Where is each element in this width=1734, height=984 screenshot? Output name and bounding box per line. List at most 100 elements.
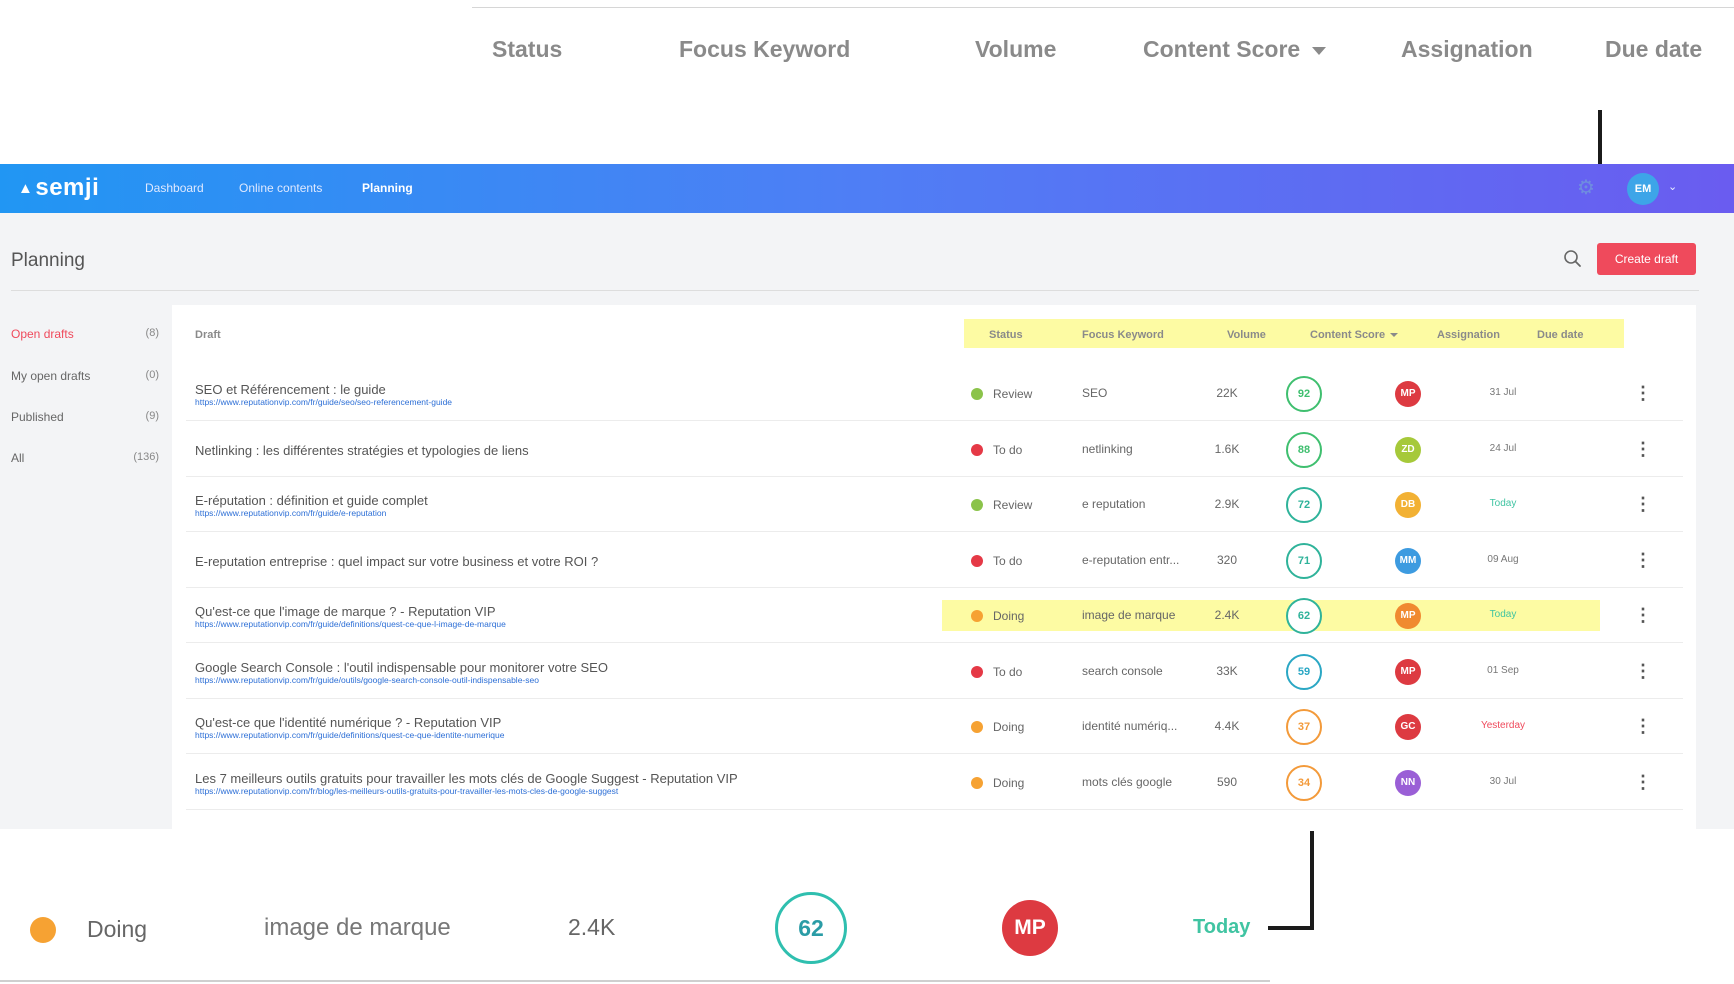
assignee-avatar[interactable]: DB [1395,492,1421,518]
content-score-badge: 71 [1286,542,1322,579]
header-highlight [964,319,1624,348]
chevron-down-icon[interactable]: ⌄ [1668,180,1677,193]
status-label[interactable]: To do [993,665,1022,679]
more-options-icon[interactable]: ⋮ [1634,382,1652,404]
column-header-draft: Draft [195,329,221,341]
create-draft-button[interactable]: Create draft [1597,243,1696,275]
assignee-avatar[interactable]: MP [1395,658,1421,685]
status-dot [971,499,983,511]
due-date[interactable]: 24 Jul [1473,443,1533,454]
sidebar-item-count: (136) [133,451,159,463]
volume-value: 320 [1216,552,1238,567]
status-label[interactable]: To do [993,554,1022,568]
table-row[interactable]: Google Search Console : l'outil indispen… [186,644,1683,699]
column-header-content-score[interactable]: Content Score [1310,329,1399,341]
semji-logo[interactable]: ▲semji [18,174,99,202]
content-score-badge: 92 [1286,376,1322,412]
draft-title[interactable]: Netlinking : les différentes stratégies … [195,443,529,458]
zoom-volume: 2.4K [568,914,616,940]
user-avatar[interactable]: EM [1627,173,1659,205]
search-icon[interactable] [1562,248,1584,270]
table-row[interactable]: Netlinking : les différentes stratégies … [186,422,1683,477]
drafts-table: Draft Status Focus Keyword Volume Conten… [172,305,1696,829]
volume-value: 2.4K [1214,608,1240,622]
draft-url-link[interactable]: https://www.reputationvip.com/fr/guide/d… [195,619,506,629]
app-window: ▲semji Dashboard Online contents Plannin… [0,164,1734,829]
draft-title[interactable]: Qu'est-ce que l'image de marque ? - Repu… [195,604,496,619]
due-date[interactable]: 09 Aug [1473,554,1533,565]
table-row[interactable]: Les 7 meilleurs outils gratuits pour tra… [186,755,1683,810]
assignee-avatar[interactable]: MM [1395,547,1421,574]
due-date[interactable]: 01 Sep [1473,665,1533,676]
sidebar-item-published[interactable]: Published (9) [11,410,159,424]
draft-url-link[interactable]: https://www.reputationvip.com/fr/guide/o… [195,675,539,685]
due-date[interactable]: Today [1473,609,1533,620]
content-score-badge: 72 [1286,487,1322,523]
status-label[interactable]: Doing [993,776,1024,790]
draft-url-link[interactable]: https://www.reputationvip.com/fr/guide/e… [195,508,386,518]
draft-title[interactable]: Google Search Console : l'outil indispen… [195,660,608,675]
assignee-avatar[interactable]: NN [1395,769,1421,796]
table-row[interactable]: E-reputation entreprise : quel impact su… [186,533,1683,588]
draft-title[interactable]: E-reputation entreprise : quel impact su… [195,554,598,569]
callout-pointer [1268,926,1314,930]
more-options-icon[interactable]: ⋮ [1634,771,1652,793]
column-header-focus-keyword[interactable]: Focus Keyword [1082,329,1164,341]
column-header-due-date[interactable]: Due date [1537,329,1583,341]
table-row[interactable]: Qu'est-ce que l'identité numérique ? - R… [186,699,1683,754]
zoom-assignee-avatar: MP [1002,900,1058,956]
caret-down-icon [1390,333,1399,338]
draft-url-link[interactable]: https://www.reputationvip.com/fr/guide/s… [195,397,452,407]
sidebar-item-all[interactable]: All (136) [11,451,159,465]
more-options-icon[interactable]: ⋮ [1634,604,1652,626]
volume-value: 2.9K [1214,497,1240,511]
nav-online-contents[interactable]: Online contents [239,181,322,195]
caret-down-icon [1312,46,1327,55]
more-options-icon[interactable]: ⋮ [1634,660,1652,682]
volume-value: 4.4K [1214,719,1240,733]
nav-planning[interactable]: Planning [362,181,413,195]
top-navbar: ▲semji Dashboard Online contents Plannin… [0,164,1734,213]
assignee-avatar[interactable]: GC [1395,714,1421,740]
sidebar-item-label: Published [11,410,64,424]
content-score-badge: 37 [1286,709,1322,745]
column-header-volume[interactable]: Volume [1227,329,1266,341]
volume-value: 22K [1216,386,1238,400]
table-row[interactable]: E-réputation : définition et guide compl… [186,477,1683,532]
status-label[interactable]: Review [993,387,1032,401]
more-options-icon[interactable]: ⋮ [1634,493,1652,515]
status-label[interactable]: Doing [993,720,1024,734]
due-date[interactable]: Today [1473,498,1533,509]
sidebar-item-my-open-drafts[interactable]: My open drafts (0) [11,369,159,383]
divider [11,290,1699,291]
draft-title[interactable]: Les 7 meilleurs outils gratuits pour tra… [195,771,738,786]
zoom-due-date: Today [1193,916,1251,938]
status-label[interactable]: To do [993,443,1022,457]
table-row[interactable]: Qu'est-ce que l'image de marque ? - Repu… [186,588,1683,643]
more-options-icon[interactable]: ⋮ [1634,715,1652,737]
status-label[interactable]: Review [993,498,1032,512]
due-date[interactable]: Yesterday [1473,720,1533,731]
draft-url-link[interactable]: https://www.reputationvip.com/fr/blog/le… [195,786,618,796]
sidebar-item-open-drafts[interactable]: Open drafts (8) [11,327,159,341]
settings-gear-icon[interactable]: ⚙ [1576,178,1596,198]
draft-title[interactable]: Qu'est-ce que l'identité numérique ? - R… [195,715,501,730]
draft-url-link[interactable]: https://www.reputationvip.com/fr/guide/d… [195,730,504,740]
due-date[interactable]: 30 Jul [1473,776,1533,787]
nav-dashboard[interactable]: Dashboard [145,181,204,195]
more-options-icon[interactable]: ⋮ [1634,549,1652,571]
more-options-icon[interactable]: ⋮ [1634,438,1652,460]
assignee-avatar[interactable]: ZD [1395,436,1421,463]
assignee-avatar[interactable]: MP [1395,381,1421,407]
status-label[interactable]: Doing [993,609,1024,623]
draft-title[interactable]: SEO et Référencement : le guide [195,382,386,397]
table-row[interactable]: SEO et Référencement : le guide https://w… [186,366,1683,421]
assignee-avatar[interactable]: MP [1395,603,1421,629]
zoom-keyword: image de marque [264,914,451,941]
due-date[interactable]: 31 Jul [1473,387,1533,398]
column-header-assignation[interactable]: Assignation [1437,329,1500,341]
status-dot [971,443,983,456]
draft-title[interactable]: E-réputation : définition et guide compl… [195,493,428,508]
status-dot [971,776,983,789]
column-header-status[interactable]: Status [989,329,1023,341]
